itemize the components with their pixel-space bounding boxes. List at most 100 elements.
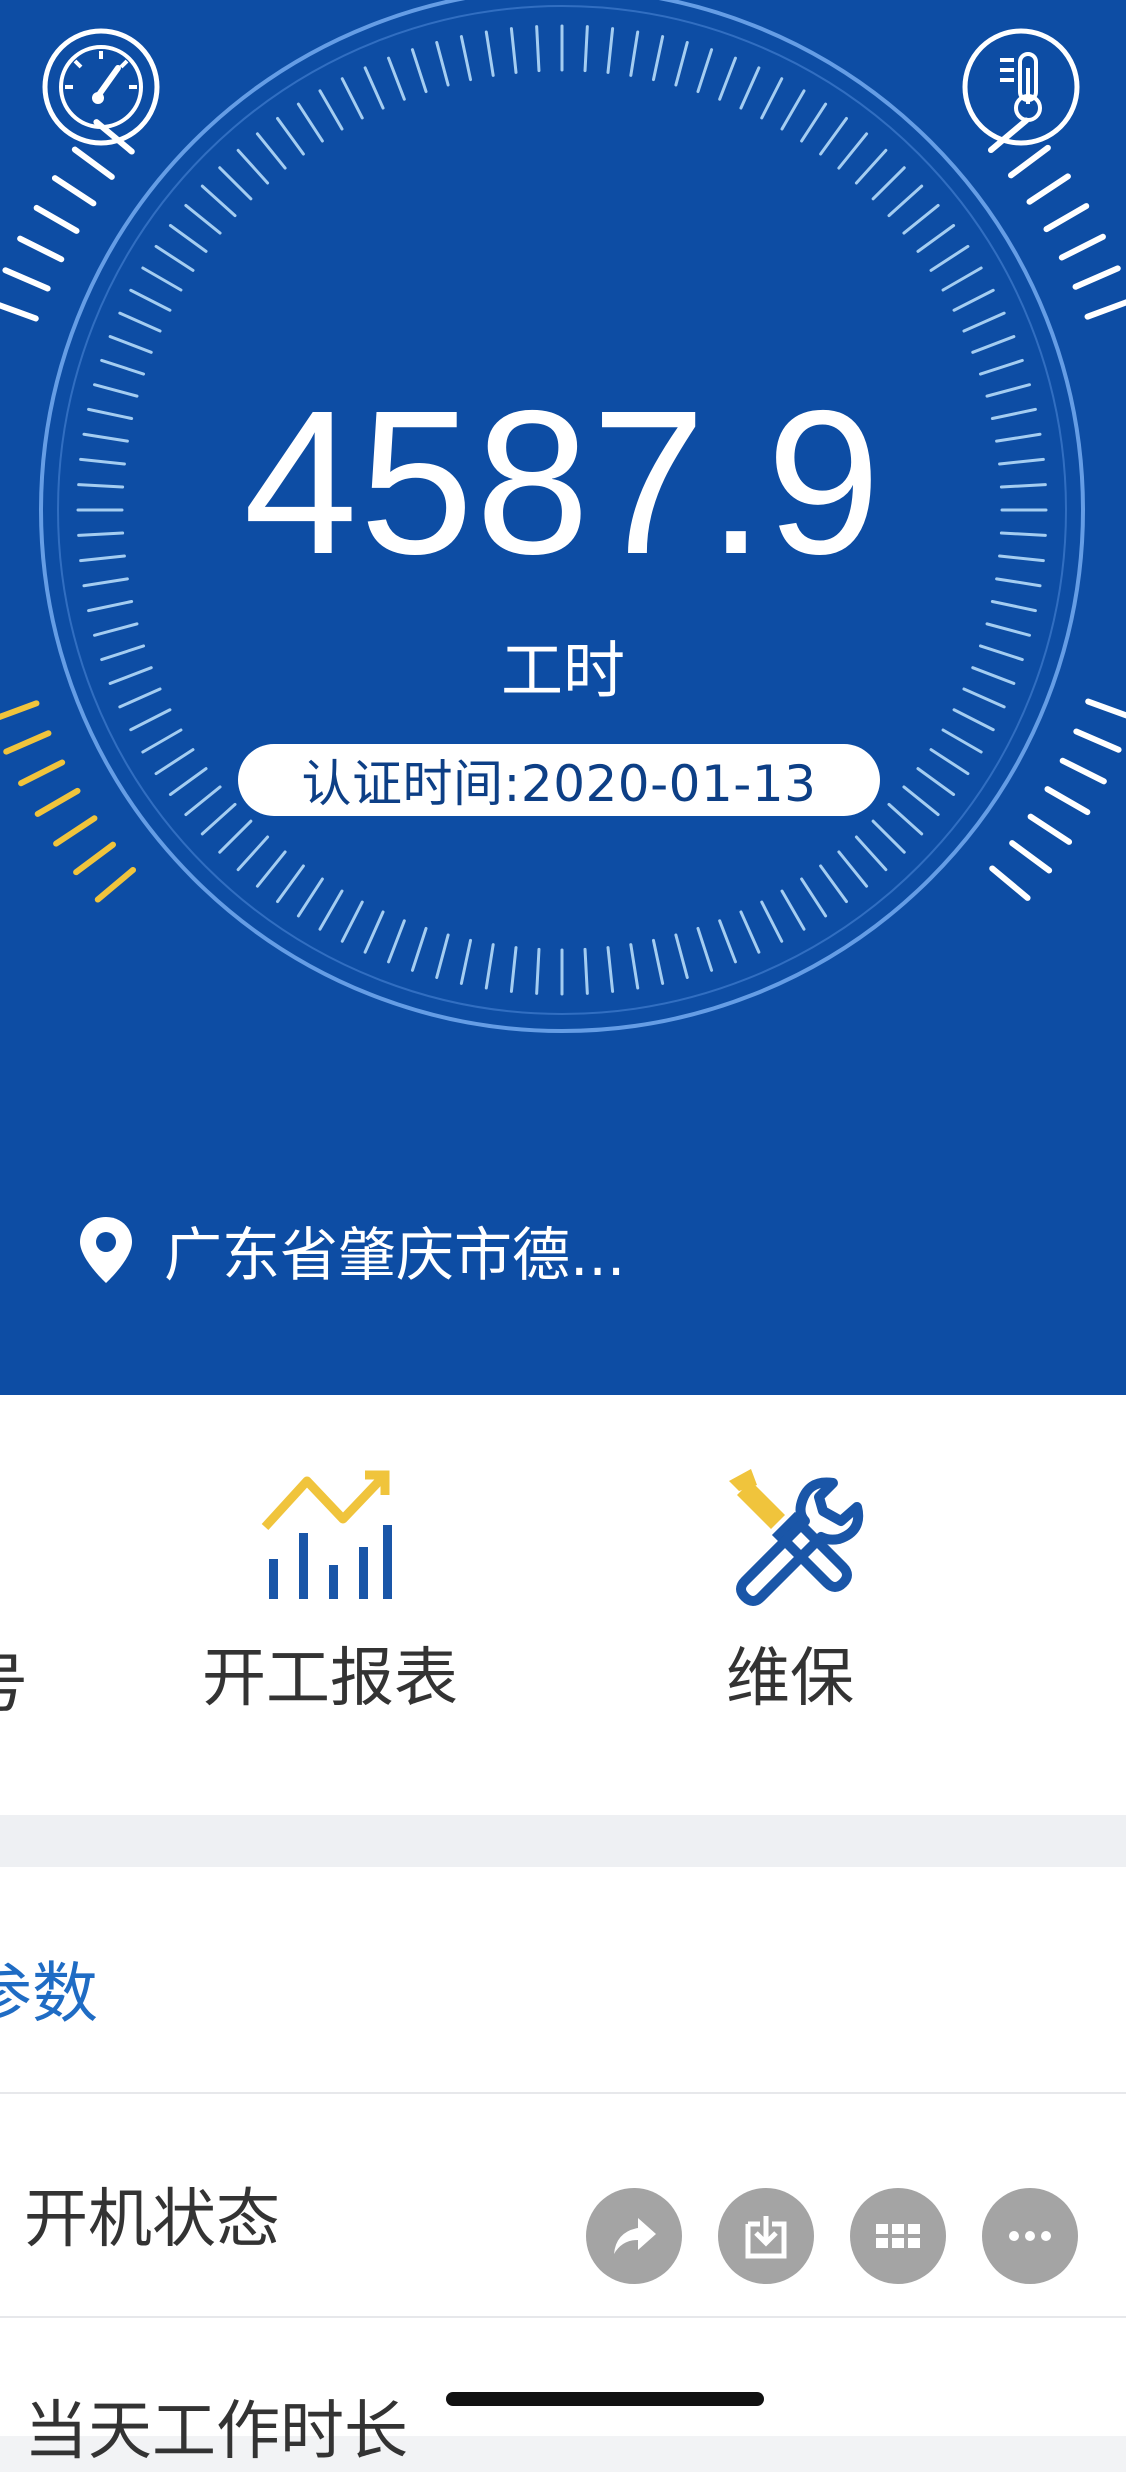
dial-tick (739, 910, 761, 954)
dial-tick (2, 267, 51, 292)
menu-item-cut-label[interactable]: 号 (0, 1633, 28, 1725)
dial-tick (916, 767, 956, 796)
dial-tick (718, 919, 737, 964)
param-row-daily-hours: 当天工作时长 (24, 2395, 408, 2469)
dial-tick (854, 148, 888, 185)
dial-tick (1073, 728, 1122, 753)
dial-tick (629, 943, 640, 990)
function-menu: 号 开工报表 维保 (0, 1395, 1126, 1815)
dial-tick (236, 835, 270, 872)
dial-tick (629, 30, 640, 77)
speedometer-icon[interactable] (42, 28, 160, 146)
more-button[interactable] (982, 2188, 1078, 2284)
dial-tick (1058, 233, 1106, 261)
dial-tick (696, 926, 714, 972)
home-indicator (446, 2392, 764, 2406)
dial-tick (154, 244, 195, 272)
dial-tick (800, 102, 828, 143)
dial-tick (118, 311, 162, 333)
dial-tick (410, 926, 428, 972)
report-chart-icon (261, 1470, 392, 1599)
menu-label-work-report: 开工报表 (202, 1642, 458, 1716)
certification-time-badge: 认证时间:2020-01-13 (238, 744, 880, 816)
location-row[interactable]: 广东省肇庆市德... (78, 1208, 625, 1292)
dial-tick (962, 311, 1006, 333)
dial-tick (718, 56, 737, 101)
dial-tick (168, 767, 208, 796)
thermometer-icon[interactable] (962, 28, 1080, 146)
param-row-power-status: 开机状态 (24, 2183, 280, 2257)
maintenance-tools-icon (729, 1469, 864, 1606)
dial-tick (33, 204, 80, 234)
dial-tick (17, 235, 65, 263)
dial-tick (51, 175, 97, 207)
dial-tick (606, 27, 615, 74)
dial-tick (34, 787, 81, 817)
dial-tick (141, 728, 183, 754)
dial-tick (73, 841, 117, 876)
dial-tick (651, 938, 665, 985)
dial-tick (71, 146, 115, 180)
dial-tick (318, 89, 344, 131)
dial-tick (255, 850, 287, 888)
dial-tick (941, 266, 983, 292)
dial-tick (129, 708, 172, 732)
dial-tick (760, 77, 784, 120)
hours-value: 4587.9 (243, 368, 883, 597)
dial-tick (674, 40, 689, 87)
dial-tick (941, 728, 983, 754)
share-button[interactable] (586, 2188, 682, 2284)
dial-tick (168, 224, 208, 253)
dial-tick (459, 938, 473, 985)
dial-tick (1084, 299, 1126, 320)
dial-tick (819, 864, 848, 904)
dial-tick (916, 224, 956, 253)
dial-tick (18, 759, 66, 787)
dial-tick (1059, 757, 1107, 785)
menu-item-maintenance[interactable]: 维保 (650, 1395, 930, 1719)
dial-tick (184, 203, 222, 235)
dial-tick (276, 116, 305, 156)
dial-tick (340, 900, 364, 943)
dial-tick (1027, 813, 1073, 845)
dial-tick (990, 599, 1037, 613)
dial-tick (1043, 203, 1090, 233)
download-button[interactable] (718, 2188, 814, 2284)
dial-tick (696, 48, 714, 94)
dial-tick (952, 708, 995, 732)
dial-tick (780, 89, 806, 131)
dial-tick (1009, 840, 1053, 874)
dial-tick (760, 900, 784, 943)
dial-tick (340, 77, 364, 120)
dial-tick (978, 358, 1024, 376)
share-icon (614, 2218, 656, 2254)
dial-tick (94, 866, 137, 903)
dial-tick (184, 785, 222, 817)
dial-tick (606, 946, 615, 993)
params-section-title: 参数 (0, 1955, 98, 2032)
dial-tick (902, 203, 940, 235)
dial-tick (902, 785, 940, 817)
dial-tick (92, 622, 139, 637)
dial-tick (484, 943, 495, 990)
dial-tick (276, 864, 305, 904)
dial-tick (318, 889, 344, 931)
dial-tick (154, 748, 195, 776)
menu-item-work-report[interactable]: 开工报表 (180, 1395, 480, 1719)
dial-tick (989, 865, 1031, 901)
dial-tick (0, 302, 39, 322)
dial-tick (819, 116, 848, 156)
dial-tick (929, 748, 970, 776)
dial-tick (255, 132, 287, 170)
grid-button[interactable] (850, 2188, 946, 2284)
menu-label-maintenance: 维保 (726, 1642, 854, 1716)
dial-tick (218, 166, 253, 201)
dial-tick (100, 358, 146, 376)
dial-tick (296, 877, 324, 918)
hours-unit-label: 工时 (500, 634, 625, 707)
dial-tick (410, 48, 428, 94)
dial-tick (141, 266, 183, 292)
dial-tick (1007, 144, 1051, 179)
dial-tick (871, 166, 906, 201)
dial-tick (780, 889, 806, 931)
